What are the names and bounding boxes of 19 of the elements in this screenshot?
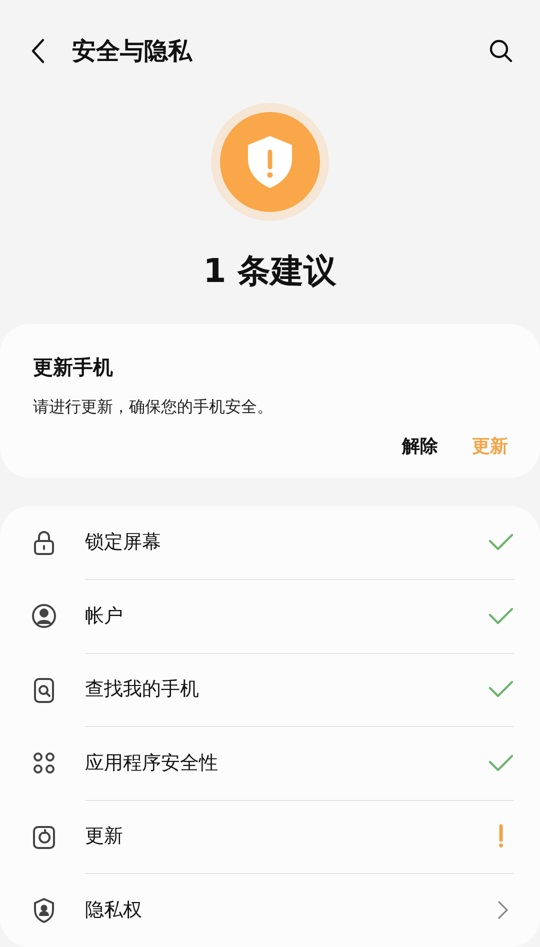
account-icon bbox=[30, 602, 58, 630]
check-icon bbox=[488, 752, 514, 773]
warning-icon bbox=[497, 824, 505, 848]
warning-shield-icon bbox=[211, 103, 329, 221]
chevron-right-icon bbox=[496, 899, 510, 922]
setting-label[interactable]: 应用程序安全性 bbox=[85, 750, 488, 776]
action-button[interactable]: 解除 bbox=[400, 430, 440, 462]
check-icon bbox=[488, 679, 514, 700]
setting-label[interactable]: 帐户 bbox=[85, 602, 488, 629]
suggestion-count: 1 条建议 bbox=[203, 250, 337, 292]
suggestion-text: 请进行更新，确保您的手机安全。 bbox=[32, 396, 274, 418]
suggestion-title: 更新手机 bbox=[32, 354, 114, 381]
page-title: 安全与隐私 bbox=[72, 36, 194, 66]
setting-label[interactable]: 隐私权 bbox=[85, 897, 496, 924]
setting-label[interactable]: 更新 bbox=[85, 823, 497, 850]
setting-label[interactable]: 锁定屏幕 bbox=[85, 529, 488, 556]
check-icon bbox=[488, 532, 514, 552]
check-icon bbox=[488, 606, 514, 626]
setting-label[interactable]: 查找我的手机 bbox=[85, 676, 488, 702]
